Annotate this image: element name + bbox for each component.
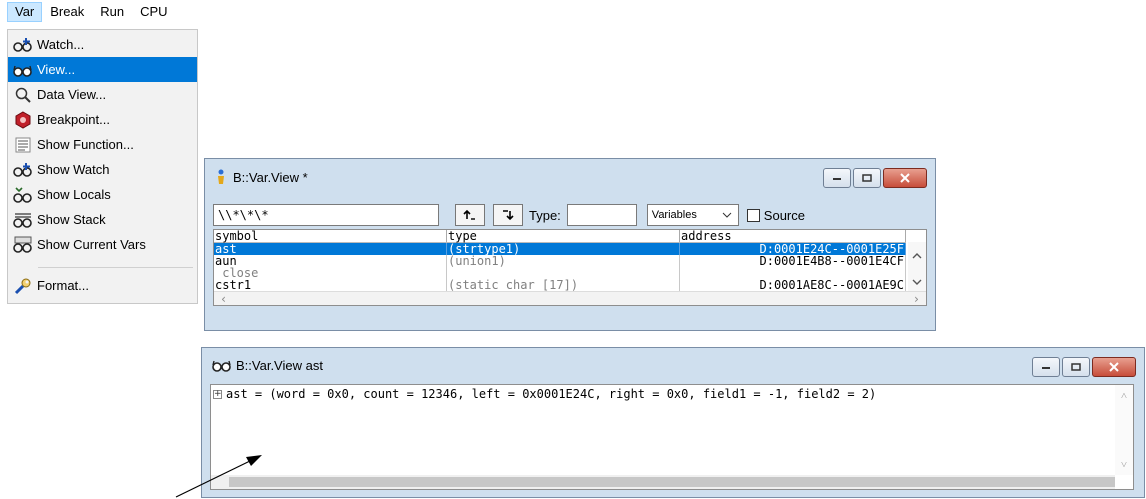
- horizontal-scrollbar[interactable]: ‹ ›: [214, 291, 926, 305]
- source-checkbox[interactable]: [746, 208, 760, 222]
- menu-item-show-locals[interactable]: Show Locals: [8, 182, 197, 207]
- filter-input[interactable]: \\*\*\*: [213, 204, 439, 226]
- menu-item-label: Show Current Vars: [37, 237, 146, 252]
- var-view-window: B::Var.View * \\*\*\* Type: Variables So…: [204, 158, 936, 331]
- wrench-icon: [11, 276, 35, 296]
- menu-item-label: Format...: [37, 278, 90, 293]
- window-title: B::Var.View *: [233, 169, 308, 185]
- menu-bar: Var Break Run CPU: [7, 0, 198, 24]
- cell-symbol: cstr1: [214, 279, 447, 291]
- variable-expression: ast = (word = 0x0, count = 12346, left =…: [226, 387, 877, 401]
- menu-item-show-function[interactable]: Show Function...: [8, 132, 197, 157]
- menu-run[interactable]: Run: [92, 2, 132, 22]
- minimize-button[interactable]: [1032, 357, 1060, 377]
- variable-row[interactable]: + ast = (word = 0x0, count = 12346, left…: [213, 387, 876, 401]
- view-toolbar: \\*\*\* Type: Variables Source: [213, 203, 805, 227]
- menu-var[interactable]: Var: [7, 2, 43, 22]
- source-label: Source: [763, 207, 805, 223]
- menu-item-watch[interactable]: Watch...: [8, 32, 197, 57]
- glasses-add-icon: [11, 160, 35, 180]
- variable-panel: + ast = (word = 0x0, count = 12346, left…: [210, 384, 1134, 490]
- column-header-type[interactable]: type: [447, 230, 680, 242]
- window-title: B::Var.View ast: [236, 357, 323, 373]
- table-row[interactable]: aun (union1) D:0001E4B8--0001E4CF: [214, 255, 906, 267]
- up-button[interactable]: [455, 204, 485, 226]
- list-icon: [11, 135, 35, 155]
- type-label: Type:: [529, 207, 561, 223]
- cell-type: (static char [17]): [447, 279, 680, 291]
- menu-item-label: View...: [37, 62, 76, 77]
- cell-address: D:0001E4B8--0001E4CF: [680, 255, 906, 267]
- window-buttons: [821, 168, 927, 188]
- scrollbar-thumb[interactable]: [229, 477, 1115, 487]
- cell-type: (strtype1): [447, 243, 680, 255]
- var-dropdown-menu: Watch... View... Data View... Breakpoint…: [7, 29, 198, 304]
- horizontal-scrollbar[interactable]: [211, 475, 1115, 489]
- current-vars-icon: [11, 235, 35, 255]
- menu-item-show-stack[interactable]: Show Stack: [8, 207, 197, 232]
- stack-icon: [11, 210, 35, 230]
- var-view-ast-window: B::Var.View ast + ast = (word = 0x0, cou…: [201, 347, 1145, 498]
- cell-address: D:0001AE8C--0001AE9C: [680, 279, 906, 291]
- scroll-left-icon[interactable]: ‹: [220, 292, 227, 306]
- menu-item-label: Show Stack: [37, 212, 106, 227]
- menu-item-show-watch[interactable]: Show Watch: [8, 157, 197, 182]
- breakpoint-icon: [11, 110, 35, 130]
- column-header-address[interactable]: address: [680, 230, 906, 242]
- arrow-down-icon: [503, 210, 514, 221]
- title-bar[interactable]: B::Var.View ast: [202, 348, 1144, 382]
- cell-type: (union1): [447, 255, 680, 267]
- menu-item-label: Show Locals: [37, 187, 111, 202]
- cell-symbol: _close: [214, 267, 447, 279]
- cell-type: [447, 267, 680, 279]
- table-header: symbol type address: [214, 230, 906, 243]
- window-buttons: [1030, 357, 1136, 377]
- glasses-icon: [11, 60, 35, 80]
- table-row[interactable]: ast (strtype1) D:0001E24C--0001E25F: [214, 243, 906, 255]
- maximize-button[interactable]: [1062, 357, 1090, 377]
- vertical-scrollbar[interactable]: [908, 242, 926, 292]
- magnifier-icon: [11, 85, 35, 105]
- table-row[interactable]: _close: [214, 267, 906, 279]
- cell-address: D:0001E24C--0001E25F: [680, 243, 906, 255]
- scroll-up-icon[interactable]: ˄: [1121, 389, 1127, 402]
- menu-item-label: Watch...: [37, 37, 85, 52]
- menu-item-view[interactable]: View...: [8, 57, 197, 82]
- glasses-add-icon: [11, 35, 35, 55]
- minimize-button[interactable]: [823, 168, 851, 188]
- menu-separator: [38, 267, 193, 268]
- cell-symbol: ast: [214, 243, 447, 255]
- menu-cpu[interactable]: CPU: [132, 2, 175, 22]
- expand-icon[interactable]: +: [213, 389, 222, 399]
- scroll-right-icon[interactable]: ›: [913, 292, 920, 306]
- chevron-down-icon: [722, 212, 732, 218]
- scroll-down-icon[interactable]: ˅: [1121, 458, 1127, 471]
- menu-item-breakpoint[interactable]: Breakpoint...: [8, 107, 197, 132]
- down-button[interactable]: [493, 204, 523, 226]
- menu-item-label: Breakpoint...: [37, 112, 110, 127]
- maximize-button[interactable]: [853, 168, 881, 188]
- menu-break[interactable]: Break: [42, 2, 92, 22]
- menu-item-format[interactable]: Format...: [8, 273, 197, 298]
- symbol-table: symbol type address ast (strtype1) D:000…: [213, 229, 927, 306]
- glasses-icon: [212, 358, 232, 372]
- cell-symbol: aun: [214, 255, 447, 267]
- menu-item-show-current-vars[interactable]: Show Current Vars: [8, 232, 197, 257]
- scope-select-value: Variables: [651, 209, 697, 221]
- person-icon: [215, 169, 227, 185]
- cell-address: [680, 267, 906, 279]
- arrow-up-icon: [463, 209, 475, 220]
- scope-select[interactable]: Variables: [646, 204, 739, 226]
- type-input[interactable]: [566, 204, 637, 226]
- menu-item-label: Data View...: [37, 87, 107, 102]
- menu-item-label: Show Watch: [37, 162, 110, 177]
- close-button[interactable]: [883, 168, 927, 188]
- vertical-scrollbar[interactable]: ˄ ˅: [1115, 385, 1133, 475]
- menu-item-data-view[interactable]: Data View...: [8, 82, 197, 107]
- menu-item-label: Show Function...: [37, 137, 134, 152]
- column-header-symbol[interactable]: symbol: [214, 230, 447, 242]
- locals-icon: [11, 185, 35, 205]
- close-button[interactable]: [1092, 357, 1136, 377]
- table-row[interactable]: cstr1 (static char [17]) D:0001AE8C--000…: [214, 279, 906, 291]
